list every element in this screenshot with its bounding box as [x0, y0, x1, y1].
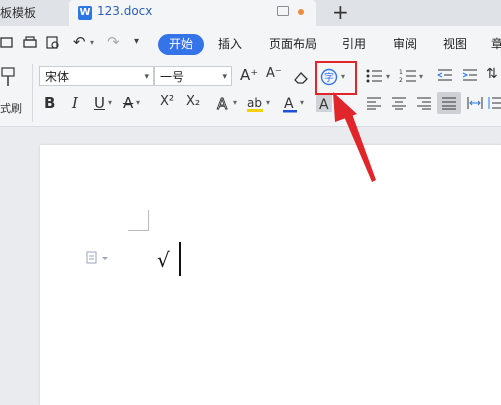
tab-active-document[interactable]: W 123.docx [69, 0, 316, 26]
home-toolbar: 式刷 宋体 ▾ 一号 ▾ A⁺ A⁻ 字 ▾ ▾ 12 ▾ ⇅ B I U ▾ … [0, 60, 501, 127]
text-effect-icon[interactable]: A [216, 95, 232, 113]
menu-view[interactable]: 视图 [443, 35, 467, 52]
underline-button[interactable]: U [94, 94, 105, 112]
shrink-font-button[interactable]: A⁻ [266, 66, 282, 81]
text-effect-dropdown-icon[interactable]: ▾ [233, 98, 237, 107]
svg-text:A: A [284, 96, 294, 112]
svg-text:2: 2 [399, 77, 403, 84]
chevron-down-icon: ▾ [144, 72, 149, 82]
align-center-icon[interactable] [391, 96, 407, 110]
font-name-value: 宋体 [45, 70, 70, 84]
margin-corner-mark [128, 230, 149, 231]
folder-icon[interactable] [0, 36, 14, 50]
svg-text:A: A [217, 95, 228, 113]
menu-insert[interactable]: 插入 [218, 35, 242, 52]
menu-page-layout[interactable]: 页面布局 [269, 35, 317, 52]
menu-reference[interactable]: 引用 [342, 35, 366, 52]
tab-bar: 板模板 W 123.docx + [0, 0, 501, 26]
numbered-list-icon[interactable]: 12 [399, 68, 417, 84]
italic-button[interactable]: I [72, 94, 78, 112]
svg-text:1: 1 [399, 69, 403, 76]
strikethrough-button[interactable]: A [123, 94, 133, 112]
align-right-icon[interactable] [416, 96, 432, 110]
print-preview-icon[interactable] [45, 36, 61, 50]
font-color-dropdown-icon[interactable]: ▾ [300, 98, 304, 107]
tab-previous[interactable]: 板模板 [0, 0, 66, 26]
margin-corner-mark [148, 210, 149, 230]
grow-font-button[interactable]: A⁺ [240, 66, 258, 84]
font-size-select[interactable]: 一号 ▾ [154, 66, 232, 86]
redo-icon[interactable]: ↷ [107, 33, 120, 51]
text-cursor [179, 242, 181, 276]
print-icon[interactable] [22, 36, 38, 50]
unsaved-dot-icon [298, 9, 304, 15]
menu-review[interactable]: 审阅 [393, 35, 417, 52]
font-name-select[interactable]: 宋体 ▾ [39, 66, 154, 86]
tab-title: 123.docx [97, 4, 153, 18]
undo-icon[interactable]: ↶ [73, 33, 86, 51]
subscript-button[interactable]: X₂ [186, 94, 200, 109]
decrease-indent-icon[interactable] [437, 68, 453, 84]
svg-text:ab: ab [247, 96, 262, 110]
eraser-icon[interactable] [292, 69, 310, 85]
underline-dropdown-icon[interactable]: ▾ [108, 98, 112, 107]
menu-chapter[interactable]: 章 [491, 35, 501, 52]
font-size-value: 一号 [160, 70, 185, 84]
new-tab-button[interactable]: + [332, 0, 349, 24]
document-text: √ [157, 248, 170, 272]
numbered-dropdown-icon[interactable]: ▾ [419, 72, 423, 81]
menu-row: ↶ ▾ ↷ ▾ 插入 页面布局 引用 审阅 视图 章 [0, 26, 501, 60]
format-painter-icon[interactable] [0, 66, 18, 88]
superscript-button[interactable]: X² [160, 94, 174, 109]
tab-previous-label: 板模板 [0, 6, 37, 20]
justify-icon [442, 97, 456, 110]
annotation-arrow [333, 92, 376, 182]
document-page[interactable] [40, 145, 501, 405]
highlight-icon[interactable]: ab [246, 95, 266, 113]
monitor-icon[interactable] [277, 6, 289, 16]
highlight-dropdown-icon[interactable]: ▾ [266, 98, 270, 107]
bullet-dropdown-icon[interactable]: ▾ [386, 72, 390, 81]
distribute-icon[interactable] [467, 96, 483, 110]
bold-button[interactable]: B [44, 94, 55, 112]
line-spacing-icon[interactable] [488, 96, 501, 110]
toolbar-divider [32, 64, 33, 122]
writer-doc-icon: W [78, 6, 92, 20]
paragraph-layout-icon[interactable] [86, 251, 110, 265]
undo-dropdown-icon[interactable]: ▾ [90, 38, 94, 47]
font-color-icon[interactable]: A [282, 95, 298, 113]
quick-access-dropdown-icon[interactable]: ▾ [134, 36, 139, 47]
increase-indent-icon[interactable] [462, 68, 478, 84]
menu-start-tab[interactable]: 开始 [158, 34, 204, 55]
chevron-down-icon: ▾ [222, 72, 227, 82]
justify-button[interactable] [437, 92, 461, 114]
strikethrough-dropdown-icon[interactable]: ▾ [136, 98, 140, 107]
bullet-list-icon[interactable] [365, 68, 383, 84]
sort-icon[interactable]: ⇅ [486, 66, 498, 82]
format-painter-label[interactable]: 式刷 [0, 100, 22, 116]
